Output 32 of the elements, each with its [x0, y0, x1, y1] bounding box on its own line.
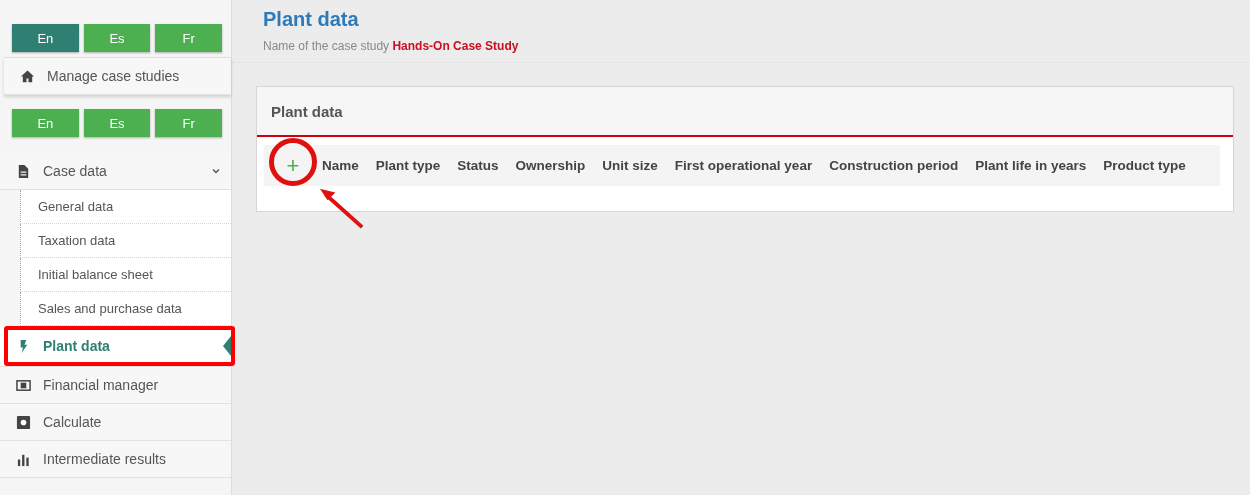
sidebar-subitem[interactable]: General data	[20, 190, 231, 224]
column-header: Status	[457, 158, 499, 173]
chevron-down-icon[interactable]	[211, 166, 221, 176]
sidebar-item-label: Intermediate results	[43, 451, 166, 467]
column-header: Unit size	[602, 158, 658, 173]
home-icon	[20, 68, 35, 84]
highlight-circle	[269, 137, 317, 186]
card-title: Plant data	[271, 102, 343, 120]
sidebar-item-label: Manage case studies	[47, 68, 180, 84]
sidebar-subitem[interactable]: Taxation data	[20, 224, 231, 258]
column-header: Plant type	[375, 158, 441, 173]
sidebar-item-label: Calculate	[43, 414, 102, 430]
column-header: Product type	[1103, 158, 1186, 173]
dollar-bill-icon	[16, 377, 31, 393]
case-study-name: Hands-On Case Study	[392, 39, 519, 53]
column-header: Ownership	[515, 158, 586, 173]
gear-square-icon	[16, 414, 31, 430]
column-header: Plant life in years	[975, 158, 1087, 173]
column-header: Construction period	[829, 158, 959, 173]
sidebar-subitem[interactable]: Sales and purchase data	[20, 292, 231, 326]
sidebar-item[interactable]: Manage case studies	[4, 57, 231, 95]
page-title: Plant data	[263, 8, 360, 31]
column-header: Name	[322, 158, 359, 173]
sidebar-item-label: Financial manager	[43, 377, 159, 393]
language-button[interactable]: En	[12, 24, 79, 52]
pointer-icon	[223, 336, 231, 356]
case-study-label: Name of the case study	[263, 39, 390, 53]
sidebar-item-label: Plant data	[43, 338, 110, 354]
column-header: First operational year	[674, 158, 813, 173]
sidebar-subitem[interactable]: Initial balance sheet	[20, 258, 231, 292]
document-icon	[16, 163, 31, 179]
sidebar-item-label: Case data	[43, 163, 107, 179]
